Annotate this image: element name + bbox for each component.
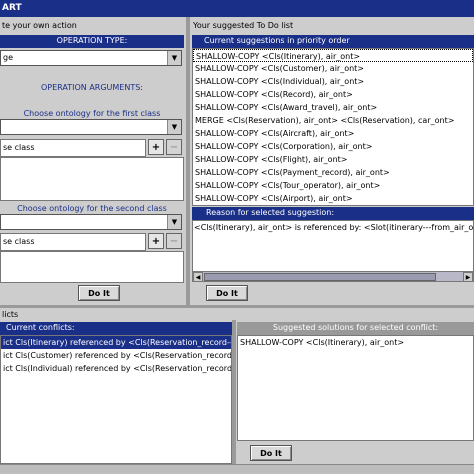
window-title-bar[interactable]: ART [0, 0, 474, 17]
first-class-field[interactable]: se class [0, 139, 146, 157]
solutions-list[interactable]: SHALLOW-COPY <Cls(Itinerary), air_ont> [237, 335, 474, 441]
window-title: ART [2, 3, 22, 13]
reason-text: <Cls(Itinerary), air_ont> is referenced … [194, 223, 473, 232]
reason-header: Reason for selected suggestion: [192, 207, 474, 220]
chevron-down-icon[interactable]: ▼ [167, 215, 181, 229]
second-class-value: se class [3, 237, 35, 246]
suggestion-row[interactable]: SHALLOW-COPY <Cls(Aircraft), air_ont> [193, 127, 473, 140]
suggestion-row[interactable]: SHALLOW-COPY <Cls(Itinerary), air_ont> [193, 49, 473, 62]
solution-row[interactable]: SHALLOW-COPY <Cls(Itinerary), air_ont> [238, 336, 473, 349]
operation-args-header: OPERATION ARGUMENTS: [0, 82, 184, 95]
suggestion-row[interactable]: SHALLOW-COPY <Cls(Customer), air_ont> [193, 62, 473, 75]
add-first-class-button[interactable]: + [148, 139, 164, 155]
todo-do-it-button[interactable]: Do It [206, 285, 248, 301]
conflict-row[interactable]: ict Cls(Individual) referenced by <Cls(R… [1, 362, 231, 375]
suggestion-row[interactable]: SHALLOW-COPY <Cls(Award_travel), air_ont… [193, 101, 473, 114]
conflicts-do-it-button[interactable]: Do It [250, 445, 292, 461]
remove-first-class-button[interactable]: − [166, 139, 182, 155]
suggestion-row[interactable]: SHALLOW-COPY <Cls(Payment_record), air_o… [193, 166, 473, 179]
left-do-it-label: Do It [88, 288, 110, 298]
conflict-row[interactable]: ict Cls(Itinerary) referenced by <Cls(Re… [1, 336, 231, 349]
first-class-value: se class [3, 143, 35, 152]
conflict-row[interactable]: ict Cls(Customer) referenced by <Cls(Res… [1, 349, 231, 362]
add-second-class-button[interactable]: + [148, 233, 164, 249]
conflicts-do-it-label: Do It [260, 448, 282, 458]
first-ontology-combo[interactable]: ▼ [0, 119, 182, 135]
todo-panel-title: Your suggested To Do list [193, 21, 294, 30]
conflicts-panel-title: licts [2, 310, 19, 319]
operation-type-value: ge [3, 53, 13, 62]
remove-second-class-button[interactable]: − [166, 233, 182, 249]
scroll-right-icon[interactable]: ▶ [463, 272, 473, 282]
suggestions-header: Current suggestions in priority order [192, 35, 474, 48]
left-do-it-button[interactable]: Do It [78, 285, 120, 301]
suggestion-row[interactable]: SHALLOW-COPY <Cls(Corporation), air_ont> [193, 140, 473, 153]
operation-type-combo[interactable]: ge ▼ [0, 50, 182, 66]
suggestions-list[interactable]: SHALLOW-COPY <Cls(Itinerary), air_ont> SH… [192, 48, 474, 206]
status-bar [0, 464, 474, 474]
operation-type-header: OPERATION TYPE: [0, 35, 184, 48]
minus-icon: − [169, 141, 179, 153]
reason-horizontal-scrollbar[interactable]: ◀ ▶ [192, 271, 474, 282]
suggestion-row[interactable]: SHALLOW-COPY <Cls(Tour_operator), air_on… [193, 179, 473, 192]
suggestion-row[interactable]: SHALLOW-COPY <Cls(Record), air_ont> [193, 88, 473, 101]
chevron-down-icon[interactable]: ▼ [167, 51, 181, 65]
scroll-thumb[interactable] [204, 273, 436, 281]
current-conflicts-header: Current conflicts: [0, 322, 232, 335]
suggestion-row[interactable]: SHALLOW-COPY <Cls(Airport), air_ont> [193, 192, 473, 205]
chevron-down-icon[interactable]: ▼ [167, 120, 181, 134]
todo-do-it-label: Do It [216, 288, 238, 298]
suggestion-row[interactable]: MERGE <Cls(Reservation), air_ont> <Cls(R… [193, 114, 473, 127]
plus-icon: + [151, 141, 161, 153]
second-class-field[interactable]: se class [0, 233, 146, 251]
plus-icon: + [151, 235, 161, 247]
conflicts-list[interactable]: ict Cls(Itinerary) referenced by <Cls(Re… [0, 335, 232, 464]
first-class-list[interactable] [0, 157, 184, 201]
second-ontology-combo[interactable]: ▼ [0, 214, 182, 230]
vertical-splitter[interactable] [186, 17, 190, 307]
suggestion-row[interactable]: SHALLOW-COPY <Cls(Individual), air_ont> [193, 75, 473, 88]
left-panel-title: te your own action [2, 21, 77, 30]
conflicts-splitter[interactable] [232, 320, 236, 464]
minus-icon: − [169, 235, 179, 247]
solutions-header: Suggested solutions for selected conflic… [237, 322, 474, 335]
horizontal-splitter[interactable] [0, 305, 474, 308]
suggestion-row[interactable]: SHALLOW-COPY <Cls(Flight), air_ont> [193, 153, 473, 166]
scroll-left-icon[interactable]: ◀ [193, 272, 203, 282]
second-class-list[interactable] [0, 251, 184, 283]
